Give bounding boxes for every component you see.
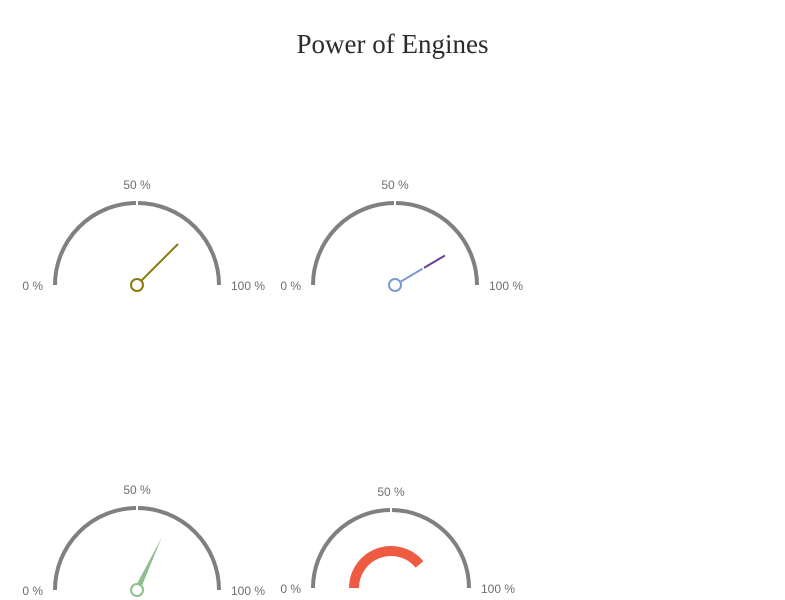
gauge-value-band xyxy=(349,546,424,589)
gauge-max-label: 100 % xyxy=(489,279,523,293)
gauge-pivot xyxy=(130,278,144,292)
gauge-track xyxy=(53,201,221,286)
gauge-mid-label: 50 % xyxy=(123,483,151,497)
gauge-4: 0 % 50 % 100 % xyxy=(280,485,515,596)
gauge-max-label: 100 % xyxy=(231,279,265,293)
gauge-needle xyxy=(136,243,179,286)
gauge-mid-label: 50 % xyxy=(381,178,409,192)
gauge-min-label: 0 % xyxy=(280,279,301,293)
gauge-pivot xyxy=(130,583,144,597)
gauge-mid-label: 50 % xyxy=(123,178,151,192)
gauge-max-label: 100 % xyxy=(231,584,265,598)
gauge-pivot xyxy=(388,278,402,292)
gauge-panel: 0 % 50 % 100 % 0 % 50 % 100 % 0 % 50 % 100 % 0 % 5… xyxy=(22,178,523,598)
gauge-mid-label: 50 % xyxy=(377,485,405,499)
gauge-3: 0 % 50 % 100 % xyxy=(22,483,265,598)
gauge-min-label: 0 % xyxy=(22,279,43,293)
gauge-min-label: 0 % xyxy=(22,584,43,598)
gauge-track xyxy=(53,506,221,591)
gauge-track xyxy=(311,201,479,286)
gauge-1: 0 % 50 % 100 % xyxy=(22,178,265,293)
gauge-2: 0 % 50 % 100 % xyxy=(280,178,523,293)
gauge-min-label: 0 % xyxy=(280,582,301,596)
gauge-max-label: 100 % xyxy=(481,582,515,596)
gauge-needle-tip xyxy=(423,254,446,269)
